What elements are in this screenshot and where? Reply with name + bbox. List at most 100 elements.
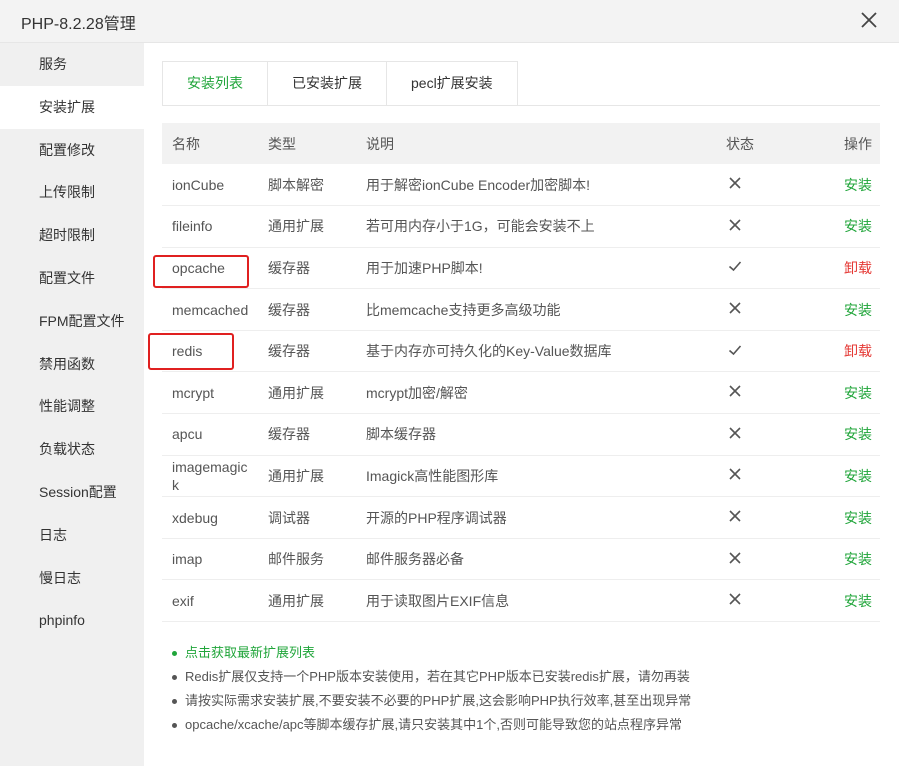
ext-status [716, 579, 812, 623]
cross-icon [729, 177, 741, 189]
ext-name: exif [162, 579, 258, 623]
ext-op-cell: 安装 [812, 288, 880, 331]
ext-description: 脚本缓存器 [356, 413, 716, 456]
sidebar: 服务 安装扩展 配置修改 上传限制 超时限制 配置文件 FPM配置文件 禁用函数 性能调整 负载状… [0, 43, 144, 766]
sidebar-item[interactable]: 服务 [0, 43, 144, 86]
install-link[interactable]: 安装 [844, 468, 872, 484]
install-link[interactable]: 安装 [844, 426, 872, 442]
cross-icon [729, 385, 741, 397]
check-icon [728, 261, 742, 272]
col-header-status: 状态 [716, 123, 812, 164]
install-link[interactable]: 安装 [844, 177, 872, 193]
tab-installed-extensions[interactable]: 已安装扩展 [268, 61, 387, 106]
sidebar-item[interactable]: 配置修改 [0, 129, 144, 172]
ext-type: 通用扩展 [258, 371, 356, 415]
sidebar-item[interactable]: 禁用函数 [0, 343, 144, 386]
ext-op-cell: 安装 [812, 455, 880, 498]
ext-status [716, 164, 812, 207]
table-row: xdebug 调试器 开源的PHP程序调试器 安装 [162, 496, 880, 539]
ext-description: 若可用内存小于1G，可能会安装不上 [356, 205, 716, 248]
table-row: redis 缓存器 基于内存亦可持久化的Key-Value数据库 卸载 [162, 330, 880, 373]
tab-install-list[interactable]: 安装列表 [162, 61, 268, 106]
install-link[interactable]: 安装 [844, 510, 872, 526]
ext-op-cell: 安装 [812, 371, 880, 415]
ext-description: 用于加速PHP脚本! [356, 247, 716, 290]
col-header-name: 名称 [162, 123, 258, 164]
uninstall-link[interactable]: 卸载 [844, 260, 872, 276]
tip-item: Redis扩展仅支持一个PHP版本安装使用，若在其它PHP版本已安装redis扩… [170, 665, 691, 689]
col-header-op: 操作 [812, 123, 880, 164]
ext-type: 通用扩展 [258, 205, 356, 248]
ext-op-cell: 安装 [812, 579, 880, 623]
sidebar-item[interactable]: 安装扩展 [0, 85, 144, 129]
install-link[interactable]: 安装 [844, 218, 872, 234]
ext-description: 比memcache支持更多高级功能 [356, 288, 716, 331]
ext-type: 缓存器 [258, 330, 356, 373]
ext-type: 脚本解密 [258, 164, 356, 207]
highlight-box-opcache [153, 255, 249, 288]
ext-op-cell: 安装 [812, 205, 880, 248]
ext-description: 基于内存亦可持久化的Key-Value数据库 [356, 330, 716, 373]
ext-description: 开源的PHP程序调试器 [356, 496, 716, 539]
ext-op-cell: 卸载 [812, 330, 880, 373]
table-row: mcrypt 通用扩展 mcrypt加密/解密 安装 [162, 371, 880, 415]
install-link[interactable]: 安装 [844, 385, 872, 401]
ext-status [716, 288, 812, 331]
sidebar-item[interactable]: 负载状态 [0, 428, 144, 471]
table-header-row: 名称 类型 说明 状态 操作 [162, 123, 880, 164]
sidebar-item[interactable]: FPM配置文件 [0, 300, 144, 343]
ext-type: 邮件服务 [258, 538, 356, 581]
tip-item: opcache/xcache/apc等脚本缓存扩展,请只安装其中1个,否则可能导… [170, 713, 691, 737]
ext-name: mcrypt [162, 371, 258, 415]
sidebar-item[interactable]: Session配置 [0, 471, 144, 514]
ext-description: 用于读取图片EXIF信息 [356, 579, 716, 623]
cross-icon [729, 219, 741, 231]
cross-icon [729, 468, 741, 481]
ext-description: 邮件服务器必备 [356, 538, 716, 581]
uninstall-link[interactable]: 卸载 [844, 343, 872, 359]
table-row: apcu 缓存器 脚本缓存器 安装 [162, 413, 880, 456]
sidebar-item[interactable]: 慢日志 [0, 557, 144, 600]
sidebar-item[interactable]: 超时限制 [0, 214, 144, 257]
ext-type: 缓存器 [258, 288, 356, 331]
table-row: imagemagic k 通用扩展 Imagick高性能图形库 安装 [162, 455, 880, 498]
ext-op-cell: 安装 [812, 413, 880, 456]
table-row: opcache 缓存器 用于加速PHP脚本! 卸载 [162, 247, 880, 290]
ext-name: ionCube [162, 164, 258, 207]
ext-description: 用于解密ionCube Encoder加密脚本! [356, 164, 716, 207]
ext-op-cell: 安装 [812, 164, 880, 207]
ext-op-cell: 安装 [812, 496, 880, 539]
highlight-box-redis [148, 333, 234, 370]
sidebar-item[interactable]: phpinfo [0, 599, 144, 642]
sidebar-item[interactable]: 上传限制 [0, 171, 144, 214]
tab-bar: 安装列表 已安装扩展 pecl扩展安装 [162, 61, 518, 106]
ext-type: 通用扩展 [258, 579, 356, 623]
ext-name: fileinfo [162, 205, 258, 248]
sidebar-item[interactable]: 性能调整 [0, 385, 144, 428]
ext-op-cell: 卸载 [812, 247, 880, 290]
install-link[interactable]: 安装 [844, 302, 872, 318]
install-link[interactable]: 安装 [844, 551, 872, 567]
refresh-extension-list-link[interactable]: 点击获取最新扩展列表 [170, 641, 691, 665]
ext-description: Imagick高性能图形库 [356, 455, 716, 498]
table-row: ionCube 脚本解密 用于解密ionCube Encoder加密脚本! 安装 [162, 164, 880, 207]
tip-item: 请按实际需求安装扩展,不要安装不必要的PHP扩展,这会影响PHP执行效率,甚至出… [170, 689, 691, 713]
install-link[interactable]: 安装 [844, 593, 872, 609]
table-row: imap 邮件服务 邮件服务器必备 安装 [162, 538, 880, 581]
ext-status [716, 496, 812, 539]
sidebar-item[interactable]: 配置文件 [0, 257, 144, 300]
ext-name-line: imagemagic [172, 458, 248, 475]
sidebar-item[interactable]: 日志 [0, 514, 144, 557]
tab-pecl-install[interactable]: pecl扩展安装 [387, 61, 518, 106]
ext-name: imagemagic k [162, 455, 258, 498]
cross-icon [729, 593, 741, 605]
cross-icon [729, 552, 741, 564]
cross-icon [729, 302, 741, 314]
ext-name: imap [162, 538, 258, 581]
cross-icon [729, 510, 741, 522]
close-icon[interactable] [857, 8, 881, 32]
ext-name: memcached [162, 288, 258, 331]
ext-name-line: k [172, 476, 179, 493]
main-panel: 安装列表 已安装扩展 pecl扩展安装 名称 类型 说明 状态 操作 ionCu… [144, 43, 899, 766]
ext-description: mcrypt加密/解密 [356, 371, 716, 415]
